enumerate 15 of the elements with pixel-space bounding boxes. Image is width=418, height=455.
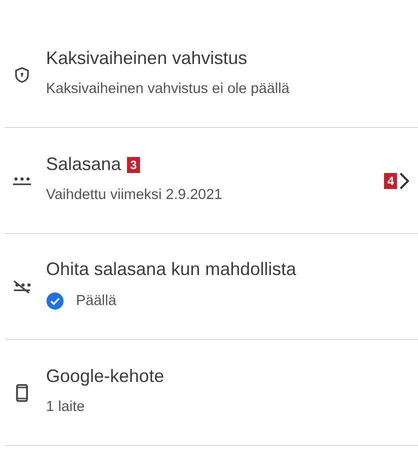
chevron-right-icon[interactable]: [399, 172, 410, 190]
item-subtitle: 1 laite: [46, 399, 86, 415]
password-off-icon: [12, 280, 32, 294]
password-dots-icon: [12, 176, 32, 186]
item-subtitle: Vaihdettu viimeksi 2.9.2021: [46, 187, 224, 203]
callout-number: 4: [384, 172, 397, 188]
item-title: Google-kehote: [46, 366, 164, 387]
item-title: Kaksivaiheinen vahvistus: [46, 48, 248, 69]
item-title: Salasana: [46, 154, 122, 175]
callout-number: 3: [127, 156, 140, 172]
item-subtitle: Kaksivaiheinen vahvistus ei ole päällä: [46, 81, 290, 97]
shield-icon: [14, 66, 28, 82]
item-title: Ohita salasana kun mahdollista: [46, 259, 296, 280]
phone-icon: [16, 384, 28, 402]
status-text: Päällä: [76, 293, 116, 309]
